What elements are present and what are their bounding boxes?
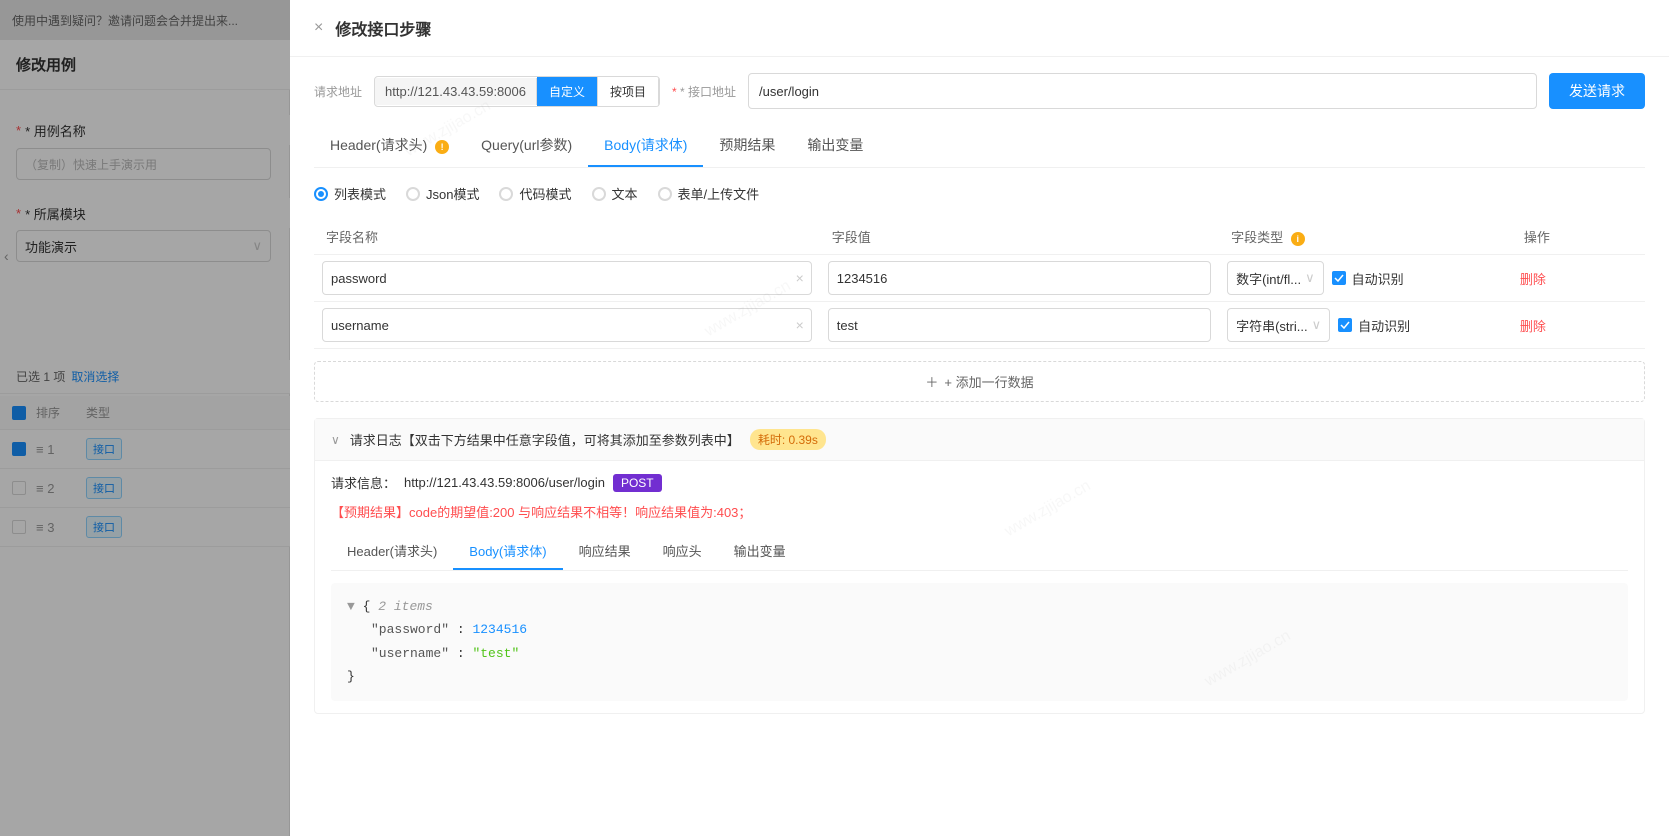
row1-auto-checkbox[interactable] [1332, 271, 1346, 285]
mode-form-radio[interactable] [658, 187, 672, 201]
row2-action-cell: 删除 [1512, 302, 1645, 349]
modal-close-button[interactable]: × [314, 19, 323, 37]
body-params-table: 字段名称 字段值 字段类型 i 操作 × [314, 219, 1645, 349]
result-tab-req-header[interactable]: Header(请求头) [331, 533, 453, 570]
row1-action-cell: 删除 [1512, 255, 1645, 302]
mode-json-radio[interactable] [406, 187, 420, 201]
body-row-1: × 数字(int/fl... ∨ [314, 255, 1645, 302]
api-path-label: * 接口地址 [672, 83, 736, 100]
row2-type-chevron: ∨ [1312, 317, 1322, 333]
row2-field-input[interactable] [322, 308, 812, 342]
row2-value-input[interactable] [828, 308, 1211, 342]
col-field-name: 字段名称 [314, 219, 820, 255]
row2-field-clear-icon[interactable]: × [796, 317, 804, 333]
body-row-2: × 字符串(stri... ∨ [314, 302, 1645, 349]
row1-value-cell [820, 255, 1219, 302]
add-row-btn[interactable]: ＋ + 添加一行数据 [314, 361, 1645, 402]
row2-value-cell [820, 302, 1219, 349]
result-tab-output-var[interactable]: 输出变量 [718, 533, 802, 570]
row1-auto-detect: 自动识别 [1332, 269, 1404, 288]
tab-expected[interactable]: 预期结果 [703, 125, 791, 167]
mode-code-radio[interactable] [499, 187, 513, 201]
row1-type-cell: 数字(int/fl... ∨ 自动识别 [1219, 255, 1512, 302]
tab-output[interactable]: 输出变量 [791, 125, 879, 167]
result-tab-resp-result[interactable]: 响应结果 [563, 533, 647, 570]
main-tabs-nav: Header(请求头) ! Query(url参数) Body(请求体) 预期结… [314, 125, 1645, 168]
row2-field-input-wrapper: × [322, 308, 812, 342]
row1-field-input-wrapper: × [322, 261, 812, 295]
request-info-line: 请求信息： http://121.43.43.59:8006/user/logi… [331, 473, 1628, 492]
modal-header: × 修改接口步骤 [290, 0, 1669, 57]
log-title: 请求日志【双击下方结果中任意字段值，可将其添加至参数列表中】 [350, 430, 740, 449]
error-message-line: 【预期结果】code的期望值:200 与响应结果不相等！响应结果值为:403； [331, 502, 1628, 521]
row1-type-chevron: ∨ [1305, 270, 1315, 286]
time-badge: 耗时: 0.39s [750, 429, 826, 450]
url-input-group: http://121.43.43.59:8006 自定义 按项目 [374, 76, 660, 107]
row2-field-cell: × [314, 302, 820, 349]
mode-text[interactable]: 文本 [592, 184, 638, 203]
col-field-value: 字段值 [820, 219, 1219, 255]
body-mode-group: 列表模式 Json模式 代码模式 文本 表单/上传文件 [314, 184, 1645, 203]
field-type-hint-icon: i [1291, 232, 1305, 246]
row2-type-select[interactable]: 字符串(stri... ∨ [1227, 308, 1330, 342]
add-row-plus-icon: ＋ [925, 372, 938, 391]
row2-type-cell: 字符串(stri... ∨ 自动识别 [1219, 302, 1512, 349]
row1-field-cell: × [314, 255, 820, 302]
mode-json[interactable]: Json模式 [406, 184, 479, 203]
row2-auto-checkbox[interactable] [1338, 318, 1352, 332]
log-section: ∨ 请求日志【双击下方结果中任意字段值，可将其添加至参数列表中】 耗时: 0.3… [314, 418, 1645, 714]
row1-field-clear-icon[interactable]: × [796, 270, 804, 286]
result-tab-req-body[interactable]: Body(请求体) [453, 533, 562, 570]
tab-query[interactable]: Query(url参数) [465, 125, 588, 167]
row1-value-input[interactable] [828, 261, 1211, 295]
row1-type-select[interactable]: 数字(int/fl... ∨ [1227, 261, 1324, 295]
method-badge: POST [613, 474, 662, 492]
log-body: 请求信息： http://121.43.43.59:8006/user/logi… [315, 461, 1644, 713]
json-display: ▼ { 2 items "password" : 1234516 "userna… [331, 583, 1628, 701]
log-section-header[interactable]: ∨ 请求日志【双击下方结果中任意字段值，可将其添加至参数列表中】 耗时: 0.3… [315, 419, 1644, 461]
custom-btn[interactable]: 自定义 [537, 77, 598, 106]
request-url-label: 请求地址 [314, 83, 362, 100]
send-request-btn[interactable]: 发送请求 [1549, 73, 1645, 109]
url-row: 请求地址 http://121.43.43.59:8006 自定义 按项目 * … [314, 73, 1645, 109]
modal-body: 请求地址 http://121.43.43.59:8006 自定义 按项目 * … [290, 57, 1669, 836]
json-field-username[interactable]: "username" : "test" [347, 642, 1612, 665]
result-tab-resp-header[interactable]: 响应头 [647, 533, 718, 570]
col-action: 操作 [1512, 219, 1645, 255]
modal-title: 修改接口步骤 [335, 16, 431, 40]
mode-code[interactable]: 代码模式 [499, 184, 571, 203]
api-path-input[interactable] [748, 73, 1537, 109]
tab-body[interactable]: Body(请求体) [588, 125, 703, 167]
header-hint-icon: ! [435, 140, 449, 154]
url-prefix: http://121.43.43.59:8006 [375, 78, 537, 105]
row1-field-input[interactable] [322, 261, 812, 295]
row2-auto-detect: 自动识别 [1338, 316, 1410, 335]
row1-delete-btn[interactable]: 删除 [1520, 272, 1546, 287]
mode-list-radio[interactable] [314, 187, 328, 201]
mode-form[interactable]: 表单/上传文件 [658, 184, 760, 203]
row2-delete-btn[interactable]: 删除 [1520, 319, 1546, 334]
mode-list[interactable]: 列表模式 [314, 184, 386, 203]
tab-header[interactable]: Header(请求头) ! [314, 125, 465, 167]
json-line-brace-close: } [347, 665, 1612, 688]
json-line-brace-toggle[interactable]: ▼ { 2 items [347, 595, 1612, 618]
result-tabs-nav: Header(请求头) Body(请求体) 响应结果 响应头 输出变量 [331, 533, 1628, 571]
col-field-type: 字段类型 i [1219, 219, 1512, 255]
modal: × 修改接口步骤 请求地址 http://121.43.43.59:8006 自… [290, 0, 1669, 836]
project-btn[interactable]: 按项目 [598, 77, 659, 106]
log-chevron-icon[interactable]: ∨ [331, 433, 340, 447]
mode-text-radio[interactable] [592, 187, 606, 201]
json-field-password[interactable]: "password" : 1234516 [347, 618, 1612, 641]
